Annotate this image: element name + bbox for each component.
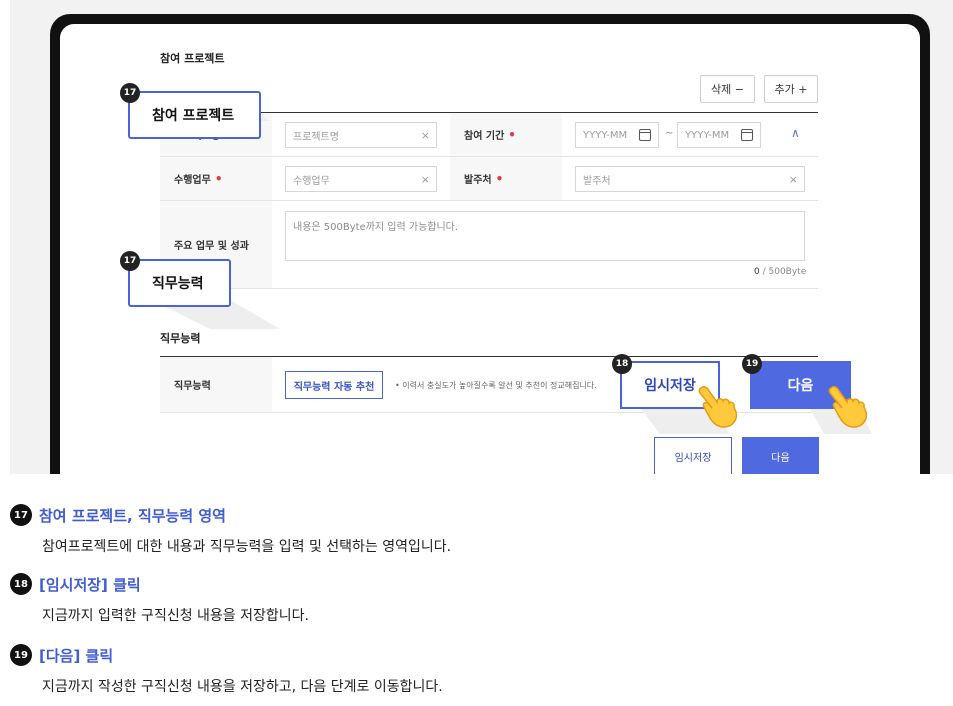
calendar-icon[interactable] bbox=[639, 129, 651, 141]
description-number: 18 bbox=[10, 573, 32, 595]
skill-callout-box: 직무능력 bbox=[128, 259, 231, 307]
period-end-input[interactable]: YYYY-MM bbox=[677, 122, 761, 148]
pointing-hand-icon bbox=[698, 386, 738, 428]
end-placeholder: YYYY-MM bbox=[685, 129, 730, 141]
step-badge-19: 19 bbox=[742, 354, 762, 374]
step-badge-17: 17 bbox=[120, 83, 140, 103]
clear-icon[interactable]: × bbox=[789, 173, 798, 186]
description-title: [다음] 클릭 bbox=[39, 646, 114, 665]
duty-input[interactable]: 수행업무 × bbox=[285, 166, 437, 192]
project-name-input[interactable]: 프로젝트명 × bbox=[285, 122, 437, 148]
description-number: 17 bbox=[10, 504, 32, 526]
screenshot-stage: 참여 프로젝트 삭제 − 추가 + 프로젝트명 • 프로젝트명 × 참여 기간 • … bbox=[10, 0, 953, 474]
description-number: 19 bbox=[10, 644, 32, 666]
description-17: 17 참여 프로젝트, 직무능력 영역 참여프로젝트에 대한 내용과 직무능력을… bbox=[10, 504, 910, 556]
required-mark: • bbox=[495, 171, 504, 186]
project-row-duty-client: 수행업무 • 수행업무 × 발주처 • 발주처 × bbox=[160, 157, 818, 201]
tablet-frame: 참여 프로젝트 삭제 − 추가 + 프로젝트명 • 프로젝트명 × 참여 기간 • … bbox=[50, 14, 930, 474]
tablet-screen: 참여 프로젝트 삭제 − 추가 + 프로젝트명 • 프로젝트명 × 참여 기간 • … bbox=[60, 24, 920, 474]
client-placeholder: 발주처 bbox=[583, 175, 611, 187]
skill-recommend-button[interactable]: 직무능력 자동 추천 bbox=[285, 371, 383, 399]
duty-placeholder: 수행업무 bbox=[293, 175, 330, 187]
description-19: 19 [다음] 클릭 지금까지 작성한 구직신청 내용을 저장하고, 다음 단계… bbox=[10, 644, 910, 696]
period-start-input[interactable]: YYYY-MM bbox=[575, 122, 659, 148]
description-text: 지금까지 작성한 구직신청 내용을 저장하고, 다음 단계로 이동합니다. bbox=[42, 679, 443, 695]
duty-label-cell: 수행업무 • bbox=[160, 157, 272, 200]
byte-counter-max: / 500Byte bbox=[759, 267, 807, 277]
start-placeholder: YYYY-MM bbox=[583, 129, 628, 141]
client-input[interactable]: 발주처 × bbox=[575, 166, 805, 192]
project-section-title: 참여 프로젝트 bbox=[160, 52, 225, 65]
delete-button[interactable]: 삭제 − bbox=[700, 75, 755, 103]
period-label: 참여 기간 bbox=[464, 131, 505, 142]
project-callout-box: 참여 프로젝트 bbox=[128, 91, 261, 139]
skill-label: 직무능력 bbox=[174, 381, 211, 392]
byte-counter: 0 / 500Byte bbox=[754, 267, 806, 277]
step-badge-18: 18 bbox=[612, 354, 632, 374]
step-badge-17-skill: 17 bbox=[120, 251, 140, 271]
duty-label: 수행업무 bbox=[174, 175, 211, 186]
period-separator: ~ bbox=[665, 128, 674, 139]
client-label-cell: 발주처 • bbox=[450, 157, 562, 200]
main-duty-label: 주요 업무 및 성과 bbox=[174, 241, 249, 252]
pointing-hand-icon bbox=[828, 386, 868, 428]
required-mark: • bbox=[214, 171, 223, 186]
description-title: [임시저장] 클릭 bbox=[39, 575, 141, 594]
calendar-icon[interactable] bbox=[741, 129, 753, 141]
skill-hint-text: • 이력서 충실도가 높아질수록 알선 및 추천이 정교해집니다. bbox=[395, 381, 597, 390]
skill-label-cell: 직무능력 bbox=[160, 357, 272, 412]
description-title: 참여 프로젝트, 직무능력 영역 bbox=[39, 506, 226, 525]
client-label: 발주처 bbox=[464, 175, 492, 186]
clear-icon[interactable]: × bbox=[421, 173, 430, 186]
clear-icon[interactable]: × bbox=[421, 129, 430, 142]
description-text: 참여프로젝트에 대한 내용과 직무능력을 입력 및 선택하는 영역입니다. bbox=[42, 539, 452, 555]
description-text: 지금까지 입력한 구직신청 내용을 저장합니다. bbox=[42, 608, 309, 624]
main-duty-textarea[interactable]: 내용은 500Byte까지 입력 가능합니다. bbox=[285, 211, 805, 261]
project-name-placeholder: 프로젝트명 bbox=[293, 131, 339, 143]
period-label-cell: 참여 기간 • bbox=[450, 113, 562, 156]
project-row-main-duty: 주요 업무 및 성과 내용은 500Byte까지 입력 가능합니다. 0 / 5… bbox=[160, 201, 818, 289]
chevron-up-icon[interactable]: ∧ bbox=[791, 126, 800, 140]
add-button[interactable]: 추가 + bbox=[764, 75, 818, 103]
required-mark: • bbox=[508, 127, 516, 142]
description-18: 18 [임시저장] 클릭 지금까지 입력한 구직신청 내용을 저장합니다. bbox=[10, 573, 910, 625]
